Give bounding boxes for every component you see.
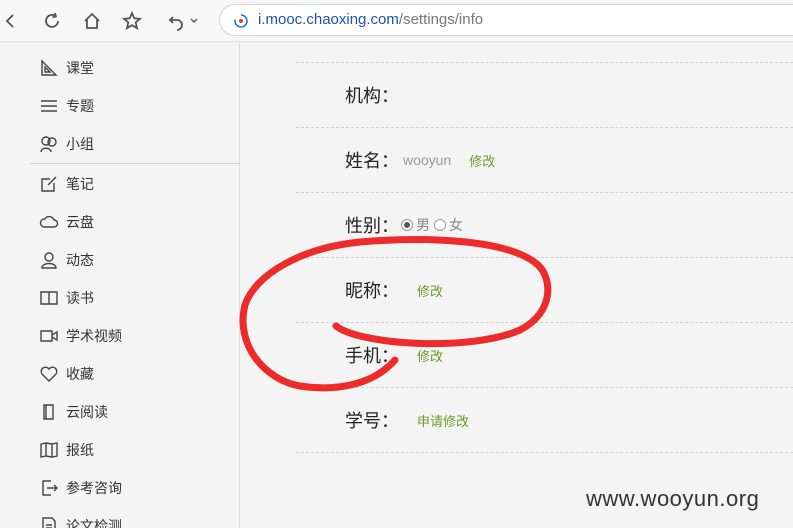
sidebar-item-note[interactable]: 笔记 [38, 169, 94, 199]
sidebar-item-label: 学术视频 [66, 329, 122, 345]
edit-student-id-link[interactable]: 申请修改 [417, 411, 469, 430]
newspaper-icon [38, 439, 60, 461]
sidebar-item-label: 动态 [66, 253, 94, 269]
sidebar-item-group[interactable]: 小组 [38, 129, 94, 159]
sidebar-item-label: 收藏 [66, 367, 94, 383]
cloud-icon [38, 211, 60, 233]
row-divider [296, 62, 793, 63]
consult-icon [38, 477, 60, 499]
sidebar-item-label: 读书 [66, 291, 94, 307]
phone-row: 手机： 修改 [345, 340, 443, 370]
org-label: 机构： [345, 86, 399, 107]
sidebar-item-reading[interactable]: 读书 [38, 283, 94, 313]
site-icon [234, 14, 248, 28]
row-divider [296, 192, 793, 193]
sidebar: 课堂 专题 小组 笔记 云盘 动态 读书 学术视频 收藏 云阅读 报纸 参考咨询… [0, 43, 240, 528]
reload-button[interactable] [37, 6, 67, 36]
sidebar-item-label: 小组 [66, 137, 94, 153]
book-icon [38, 287, 60, 309]
gender-female-label: 女 [449, 218, 463, 234]
edit-phone-link[interactable]: 修改 [417, 346, 443, 365]
sidebar-item-topic[interactable]: 专题 [38, 91, 94, 121]
row-divider [296, 322, 793, 323]
sidebar-item-classroom[interactable]: 课堂 [38, 53, 94, 83]
heart-icon [38, 363, 60, 385]
sidebar-item-label: 笔记 [66, 177, 94, 193]
sidebar-item-label: 参考咨询 [66, 481, 122, 497]
group-icon [38, 133, 60, 155]
row-divider [296, 452, 793, 453]
star-icon [122, 11, 142, 31]
sidebar-item-cloud[interactable]: 云盘 [38, 207, 94, 237]
row-divider [296, 127, 793, 128]
sidebar-item-label: 云盘 [66, 215, 94, 231]
favorite-button[interactable] [117, 6, 147, 36]
classroom-icon [38, 57, 60, 79]
student-id-label: 学号： [345, 411, 399, 432]
video-icon [38, 325, 60, 347]
undo-icon [168, 16, 198, 31]
radio-unchecked-icon [434, 219, 446, 231]
sidebar-item-label: 报纸 [66, 443, 94, 459]
sidebar-item-favorites[interactable]: 收藏 [38, 359, 94, 389]
org-row: 机构： [345, 80, 399, 110]
profile-panel: 机构： 姓名： wooyun 修改 性别： 男 女 昵称： 修改 手机： 修改 … [241, 43, 793, 528]
sidebar-item-consult[interactable]: 参考咨询 [38, 473, 122, 503]
name-value: wooyun [403, 152, 452, 168]
radio-checked-icon [401, 219, 413, 231]
edit-name-link[interactable]: 修改 [469, 151, 495, 170]
undo-button[interactable] [163, 6, 203, 36]
browser-toolbar: i.mooc.chaoxing.com/settings/info [0, 0, 793, 42]
row-divider [296, 257, 793, 258]
user-icon [38, 249, 60, 271]
sidebar-item-label: 云阅读 [66, 405, 108, 421]
sidebar-item-video[interactable]: 学术视频 [38, 321, 122, 351]
student-id-row: 学号： 申请修改 [345, 405, 469, 435]
address-bar[interactable]: i.mooc.chaoxing.com/settings/info [219, 4, 793, 36]
sidebar-divider [30, 163, 240, 164]
sidebar-item-label: 论文检测 [66, 519, 122, 528]
url-path: /settings/info [398, 11, 484, 28]
gender-male-label: 男 [416, 218, 430, 234]
back-icon [5, 14, 14, 28]
edit-nickname-link[interactable]: 修改 [417, 281, 443, 300]
watermark: www.wooyun.org [586, 486, 760, 511]
nickname-label: 昵称： [345, 281, 399, 302]
url-host: i.mooc.chaoxing.com [258, 11, 399, 28]
sidebar-item-activity[interactable]: 动态 [38, 245, 94, 275]
row-divider [296, 387, 793, 388]
gender-row: 性别： 男 女 [345, 210, 463, 240]
sidebar-item-paper-check[interactable]: 论文检测 [38, 511, 122, 528]
topic-icon [38, 95, 60, 117]
sidebar-item-cloud-reading[interactable]: 云阅读 [38, 397, 108, 427]
reader-icon [38, 401, 60, 423]
phone-label: 手机： [345, 346, 399, 367]
home-button[interactable] [77, 6, 107, 36]
back-button[interactable] [0, 6, 26, 36]
sidebar-item-label: 课堂 [66, 61, 94, 77]
name-row: 姓名： wooyun 修改 [345, 145, 495, 175]
reload-icon [45, 12, 59, 28]
sidebar-item-label: 专题 [66, 99, 94, 115]
home-icon [84, 12, 100, 29]
name-label: 姓名： [345, 151, 399, 172]
gender-female-radio[interactable]: 女 [434, 215, 463, 235]
note-icon [38, 173, 60, 195]
gender-label: 性别： [345, 216, 399, 237]
paper-check-icon [38, 515, 60, 528]
url-text: i.mooc.chaoxing.com/settings/info [258, 5, 483, 35]
sidebar-item-newspaper[interactable]: 报纸 [38, 435, 94, 465]
nickname-row: 昵称： 修改 [345, 275, 443, 305]
gender-male-radio[interactable]: 男 [401, 215, 430, 235]
